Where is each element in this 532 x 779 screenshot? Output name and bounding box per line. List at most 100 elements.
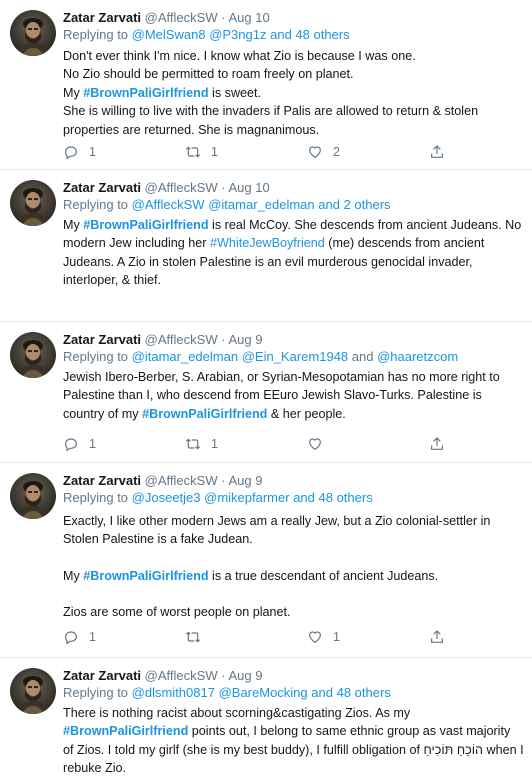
mention-link[interactable]: @P3ng1z <box>209 27 266 42</box>
text-line: She is willing to live with the invaders… <box>63 104 479 137</box>
tweet-text: There is nothing racist about scorning&c… <box>63 704 524 778</box>
tweet[interactable]: Zatar Zarvati @AffleckSW · Aug 10 Replyi… <box>0 170 532 322</box>
reply-prefix: Replying to <box>63 197 132 212</box>
text-fragment: & her people. <box>267 406 346 421</box>
text-line: No Zio should be permitted to roam freel… <box>63 67 354 82</box>
mention-link[interactable]: @AffleckSW <box>132 197 205 212</box>
tweet-actions: 1 1 <box>63 436 463 456</box>
author-handle[interactable]: @AffleckSW <box>145 473 218 488</box>
share-icon <box>429 436 445 452</box>
tweet[interactable]: Zatar Zarvati @AffleckSW · Aug 9 Replyin… <box>0 463 532 658</box>
mention-link[interactable]: @MelSwan8 <box>132 27 206 42</box>
mention-link[interactable]: @itamar_edelman <box>208 197 314 212</box>
hashtag-link[interactable]: #BrownPaliGirlfriend <box>83 86 208 100</box>
like-button[interactable]: 1 <box>307 629 340 645</box>
author-handle[interactable]: @AffleckSW <box>145 10 218 25</box>
reply-prefix: Replying to <box>63 490 132 505</box>
author-handle[interactable]: @AffleckSW <box>145 332 218 347</box>
text-paragraph: Zios are some of worst people on planet. <box>63 605 291 620</box>
tweet-header: Zatar Zarvati @AffleckSW · Aug 10 <box>63 9 524 26</box>
tweet-date[interactable]: Aug 9 <box>228 668 262 683</box>
tweet[interactable]: Zatar Zarvati @AffleckSW · Aug 9 Replyin… <box>0 322 532 463</box>
tweet-text: Jewish Ibero-Berber, S. Arabian, or Syri… <box>63 368 524 423</box>
reply-icon <box>63 144 79 160</box>
tweet-date[interactable]: Aug 10 <box>228 10 269 25</box>
tweet[interactable]: Zatar Zarvati @AffleckSW · Aug 10 Replyi… <box>0 0 532 170</box>
reply-count: 1 <box>89 437 96 451</box>
like-count: 2 <box>333 145 340 159</box>
mention-link[interactable]: @dlsmith0817 <box>132 685 215 700</box>
author-name[interactable]: Zatar Zarvati <box>63 473 141 488</box>
avatar[interactable] <box>10 10 56 56</box>
hebrew-text: הוֹכֵחַ תּוֹכִיחַ <box>423 742 484 757</box>
retweet-icon <box>185 144 201 160</box>
avatar[interactable] <box>10 180 56 226</box>
heart-icon <box>307 144 323 160</box>
text-paragraph: Jewish Ibero-Berber, S. Arabian, or Syri… <box>63 368 524 423</box>
like-button[interactable] <box>307 436 333 452</box>
author-handle[interactable]: @AffleckSW <box>145 180 218 195</box>
retweet-icon <box>185 629 201 645</box>
text-line: My #BrownPaliGirlfriend is sweet. <box>63 84 524 102</box>
share-button[interactable] <box>429 436 445 452</box>
separator-dot: · <box>221 473 226 488</box>
reply-button[interactable]: 1 <box>63 436 96 452</box>
text-fragment: There is nothing racist about scorning&c… <box>63 706 411 720</box>
mention-link[interactable]: @BareMocking <box>219 685 308 700</box>
tweet-date[interactable]: Aug 9 <box>228 332 262 347</box>
text-paragraph: My #BrownPaliGirlfriend is real McCoy. S… <box>63 216 524 290</box>
reply-prefix: Replying to <box>63 685 132 700</box>
tweet-text: Don't ever think I'm nice. I know what Z… <box>63 47 524 139</box>
share-icon <box>429 629 445 645</box>
author-name[interactable]: Zatar Zarvati <box>63 180 141 195</box>
avatar[interactable] <box>10 473 56 519</box>
others-link[interactable]: and 2 others <box>318 197 390 212</box>
author-name[interactable]: Zatar Zarvati <box>63 668 141 683</box>
author-name[interactable]: Zatar Zarvati <box>63 10 141 25</box>
retweet-count: 1 <box>211 437 218 451</box>
reply-count: 1 <box>89 145 96 159</box>
retweet-button[interactable]: 1 <box>185 436 218 452</box>
hashtag-link[interactable]: #BrownPaliGirlfriend <box>83 569 208 583</box>
reply-button[interactable]: 1 <box>63 144 96 160</box>
mention-link[interactable]: @mikepfarmer <box>204 490 289 505</box>
reply-prefix: Replying to <box>63 27 132 42</box>
like-button[interactable]: 2 <box>307 144 340 160</box>
text-fragment: My <box>63 85 84 100</box>
mention-link[interactable]: @haaretzcom <box>377 349 458 364</box>
tweet-text: My #BrownPaliGirlfriend is real McCoy. S… <box>63 216 524 290</box>
text-line: Don't ever think I'm nice. I know what Z… <box>63 49 416 63</box>
others-link[interactable]: and 48 others <box>311 685 391 700</box>
others-link[interactable]: and 48 others <box>270 27 350 42</box>
tweet[interactable]: Zatar Zarvati @AffleckSW · Aug 9 Replyin… <box>0 658 532 779</box>
reply-button[interactable]: 1 <box>63 629 96 645</box>
tweet-date[interactable]: Aug 9 <box>228 473 262 488</box>
share-button[interactable] <box>429 629 445 645</box>
retweet-button[interactable]: 1 <box>185 144 218 160</box>
mention-link[interactable]: @Ein_Karem1948 <box>242 349 348 364</box>
mention-link[interactable]: @Joseetje3 <box>132 490 201 505</box>
text-paragraph: Exactly, I like other modern Jews am a r… <box>63 514 491 547</box>
share-button[interactable] <box>429 144 445 160</box>
mention-link[interactable]: @itamar_edelman <box>132 349 238 364</box>
author-name[interactable]: Zatar Zarvati <box>63 332 141 347</box>
reply-icon <box>63 436 79 452</box>
others-link[interactable]: and 48 others <box>293 490 373 505</box>
author-handle[interactable]: @AffleckSW <box>145 668 218 683</box>
tweet-date[interactable]: Aug 10 <box>228 180 269 195</box>
text-fragment: My <box>63 568 84 583</box>
text-fragment: My <box>63 218 84 232</box>
separator-dot: · <box>221 180 226 195</box>
hashtag-link[interactable]: #WhiteJewBoyfriend <box>210 236 325 250</box>
tweet-header: Zatar Zarvati @AffleckSW · Aug 9 <box>63 667 524 684</box>
retweet-button[interactable] <box>185 629 211 645</box>
text-paragraph: My #BrownPaliGirlfriend is a true descen… <box>63 567 524 585</box>
heart-icon <box>307 436 323 452</box>
avatar[interactable] <box>10 668 56 714</box>
hashtag-link[interactable]: #BrownPaliGirlfriend <box>83 218 208 232</box>
hashtag-link[interactable]: #BrownPaliGirlfriend <box>142 407 267 421</box>
reply-count: 1 <box>89 630 96 644</box>
avatar[interactable] <box>10 332 56 378</box>
retweet-count: 1 <box>211 145 218 159</box>
hashtag-link[interactable]: #BrownPaliGirlfriend <box>63 724 188 738</box>
